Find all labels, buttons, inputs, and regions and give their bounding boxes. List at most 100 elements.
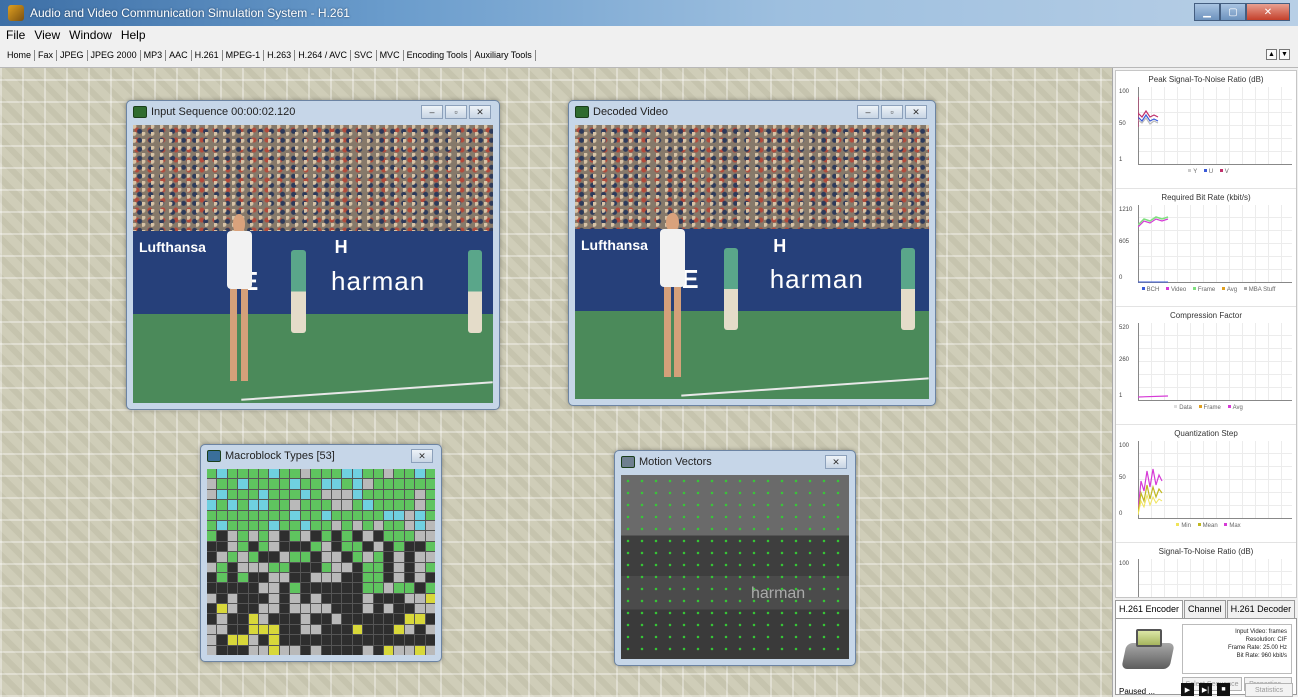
tab-fax[interactable]: Fax — [35, 50, 58, 61]
graph-plot — [1138, 559, 1292, 597]
macroblock-cell — [279, 583, 290, 593]
macroblock-cell — [331, 614, 342, 624]
scroll-up-icon[interactable]: ▲ — [1266, 49, 1277, 60]
input-sequence-window[interactable]: Input Sequence 00:00:02.120 – ▫ ✕ Luftha… — [126, 100, 500, 410]
macroblock-cell — [207, 469, 217, 479]
macroblock-cell — [269, 624, 279, 635]
window-title: Audio and Video Communication Simulation… — [30, 6, 350, 20]
window-titlebar[interactable]: Macroblock Types [53] — [201, 445, 441, 467]
macroblock-cell — [269, 614, 279, 624]
macroblock-cell — [248, 593, 259, 604]
restore-icon[interactable]: ▫ — [881, 105, 903, 119]
info-resolution: Resolution: CIF — [1245, 637, 1287, 643]
macroblock-cell — [300, 645, 311, 655]
play-icon[interactable]: ▶ — [1181, 683, 1194, 696]
macroblock-cell — [415, 541, 425, 552]
macroblock-cell — [290, 604, 300, 614]
macroblock-cell — [425, 604, 435, 614]
stop-icon[interactable]: ■ — [1217, 683, 1230, 696]
tab-auxiliary-tools[interactable]: Auxiliary Tools — [471, 50, 536, 61]
close-button[interactable]: ✕ — [1246, 3, 1290, 21]
tab-h264[interactable]: H.264 / AVC — [295, 50, 352, 61]
macroblock-cell — [300, 500, 311, 510]
macroblock-cell — [238, 552, 248, 562]
tab-channel[interactable]: Channel — [1184, 600, 1226, 618]
window-buttons: ✕ — [409, 449, 433, 463]
macroblock-cell — [321, 520, 331, 531]
tab-svc[interactable]: SVC — [351, 50, 377, 61]
scroll-down-icon[interactable]: ▼ — [1279, 49, 1290, 60]
macroblock-cell — [311, 531, 321, 541]
minimize-icon[interactable]: – — [857, 105, 879, 119]
macroblock-cell — [290, 469, 300, 479]
motion-vectors-window[interactable]: Motion Vectors ✕ harman — [614, 450, 856, 666]
macroblock-cell — [238, 500, 248, 510]
minimize-button[interactable]: ▁ — [1194, 3, 1220, 21]
step-icon[interactable]: ▶| — [1199, 683, 1212, 696]
macroblock-cell — [248, 510, 259, 520]
macroblock-cell — [279, 593, 290, 604]
macroblock-cell — [207, 531, 217, 541]
menu-window[interactable]: Window — [69, 28, 112, 42]
macroblock-cell — [321, 500, 331, 510]
macroblock-cell — [373, 479, 383, 489]
tab-h263[interactable]: H.263 — [264, 50, 296, 61]
tab-aac[interactable]: AAC — [166, 50, 192, 61]
close-icon[interactable]: ✕ — [905, 105, 927, 119]
tab-mp3[interactable]: MP3 — [141, 50, 167, 61]
macroblock-cell — [279, 510, 290, 520]
macroblock-cell — [363, 604, 373, 614]
macroblock-cell — [394, 604, 404, 614]
macroblock-cell — [342, 593, 352, 604]
menu-view[interactable]: View — [34, 28, 60, 42]
decoded-video-window[interactable]: Decoded Video – ▫ ✕ Lufthansa E H harman — [568, 100, 936, 406]
macroblock-cell — [363, 635, 373, 645]
macroblock-cell — [373, 645, 383, 655]
tab-home[interactable]: Home — [4, 50, 36, 61]
macroblock-cell — [363, 500, 373, 510]
macroblock-cell — [238, 541, 248, 552]
macroblock-cell — [404, 531, 415, 541]
macroblock-cell — [363, 645, 373, 655]
menu-file[interactable]: File — [6, 28, 25, 42]
macroblock-cell — [238, 614, 248, 624]
tab-h261-decoder[interactable]: H.261 Decoder — [1226, 600, 1296, 618]
close-icon[interactable]: ✕ — [469, 105, 491, 119]
macroblock-cell — [404, 645, 415, 655]
macroblock-cell — [227, 469, 238, 479]
macroblock-types-window[interactable]: Macroblock Types [53] ✕ — [200, 444, 442, 662]
macroblock-cell — [290, 541, 300, 552]
tab-jpeg2000[interactable]: JPEG 2000 — [88, 50, 141, 61]
macroblock-cell — [342, 614, 352, 624]
maximize-button[interactable]: ▢ — [1220, 3, 1246, 21]
statistics-button[interactable]: Statistics — [1245, 683, 1293, 697]
macroblock-cell — [269, 479, 279, 489]
macroblock-types-title: Macroblock Types [53] — [225, 450, 335, 462]
macroblock-cell — [217, 469, 227, 479]
tab-h261[interactable]: H.261 — [192, 50, 223, 61]
macroblock-cell — [331, 479, 342, 489]
macroblock-cell — [342, 510, 352, 520]
tab-mpeg1[interactable]: MPEG-1 — [223, 50, 265, 61]
macroblock-cell — [207, 572, 217, 583]
macroblock-cell — [331, 624, 342, 635]
window-titlebar[interactable]: Motion Vectors — [615, 451, 855, 473]
menu-help[interactable]: Help — [121, 28, 146, 42]
macroblock-cell — [373, 593, 383, 604]
macroblock-cell — [373, 572, 383, 583]
info-input-video: Input Video: frames — [1235, 629, 1287, 635]
macroblock-cell — [238, 624, 248, 635]
macroblock-cell — [207, 624, 217, 635]
tab-jpeg[interactable]: JPEG — [57, 50, 88, 61]
close-icon[interactable]: ✕ — [825, 455, 847, 469]
tab-mvc[interactable]: MVC — [377, 50, 404, 61]
close-icon[interactable]: ✕ — [411, 449, 433, 463]
macroblock-cell — [363, 479, 373, 489]
macroblock-cell — [269, 593, 279, 604]
y-axis-min: 1 — [1119, 157, 1123, 163]
tab-h261-encoder[interactable]: H.261 Encoder — [1115, 600, 1184, 618]
minimize-icon[interactable]: – — [421, 105, 443, 119]
tab-encoding-tools[interactable]: Encoding Tools — [404, 50, 472, 61]
restore-icon[interactable]: ▫ — [445, 105, 467, 119]
macroblock-cell — [321, 604, 331, 614]
